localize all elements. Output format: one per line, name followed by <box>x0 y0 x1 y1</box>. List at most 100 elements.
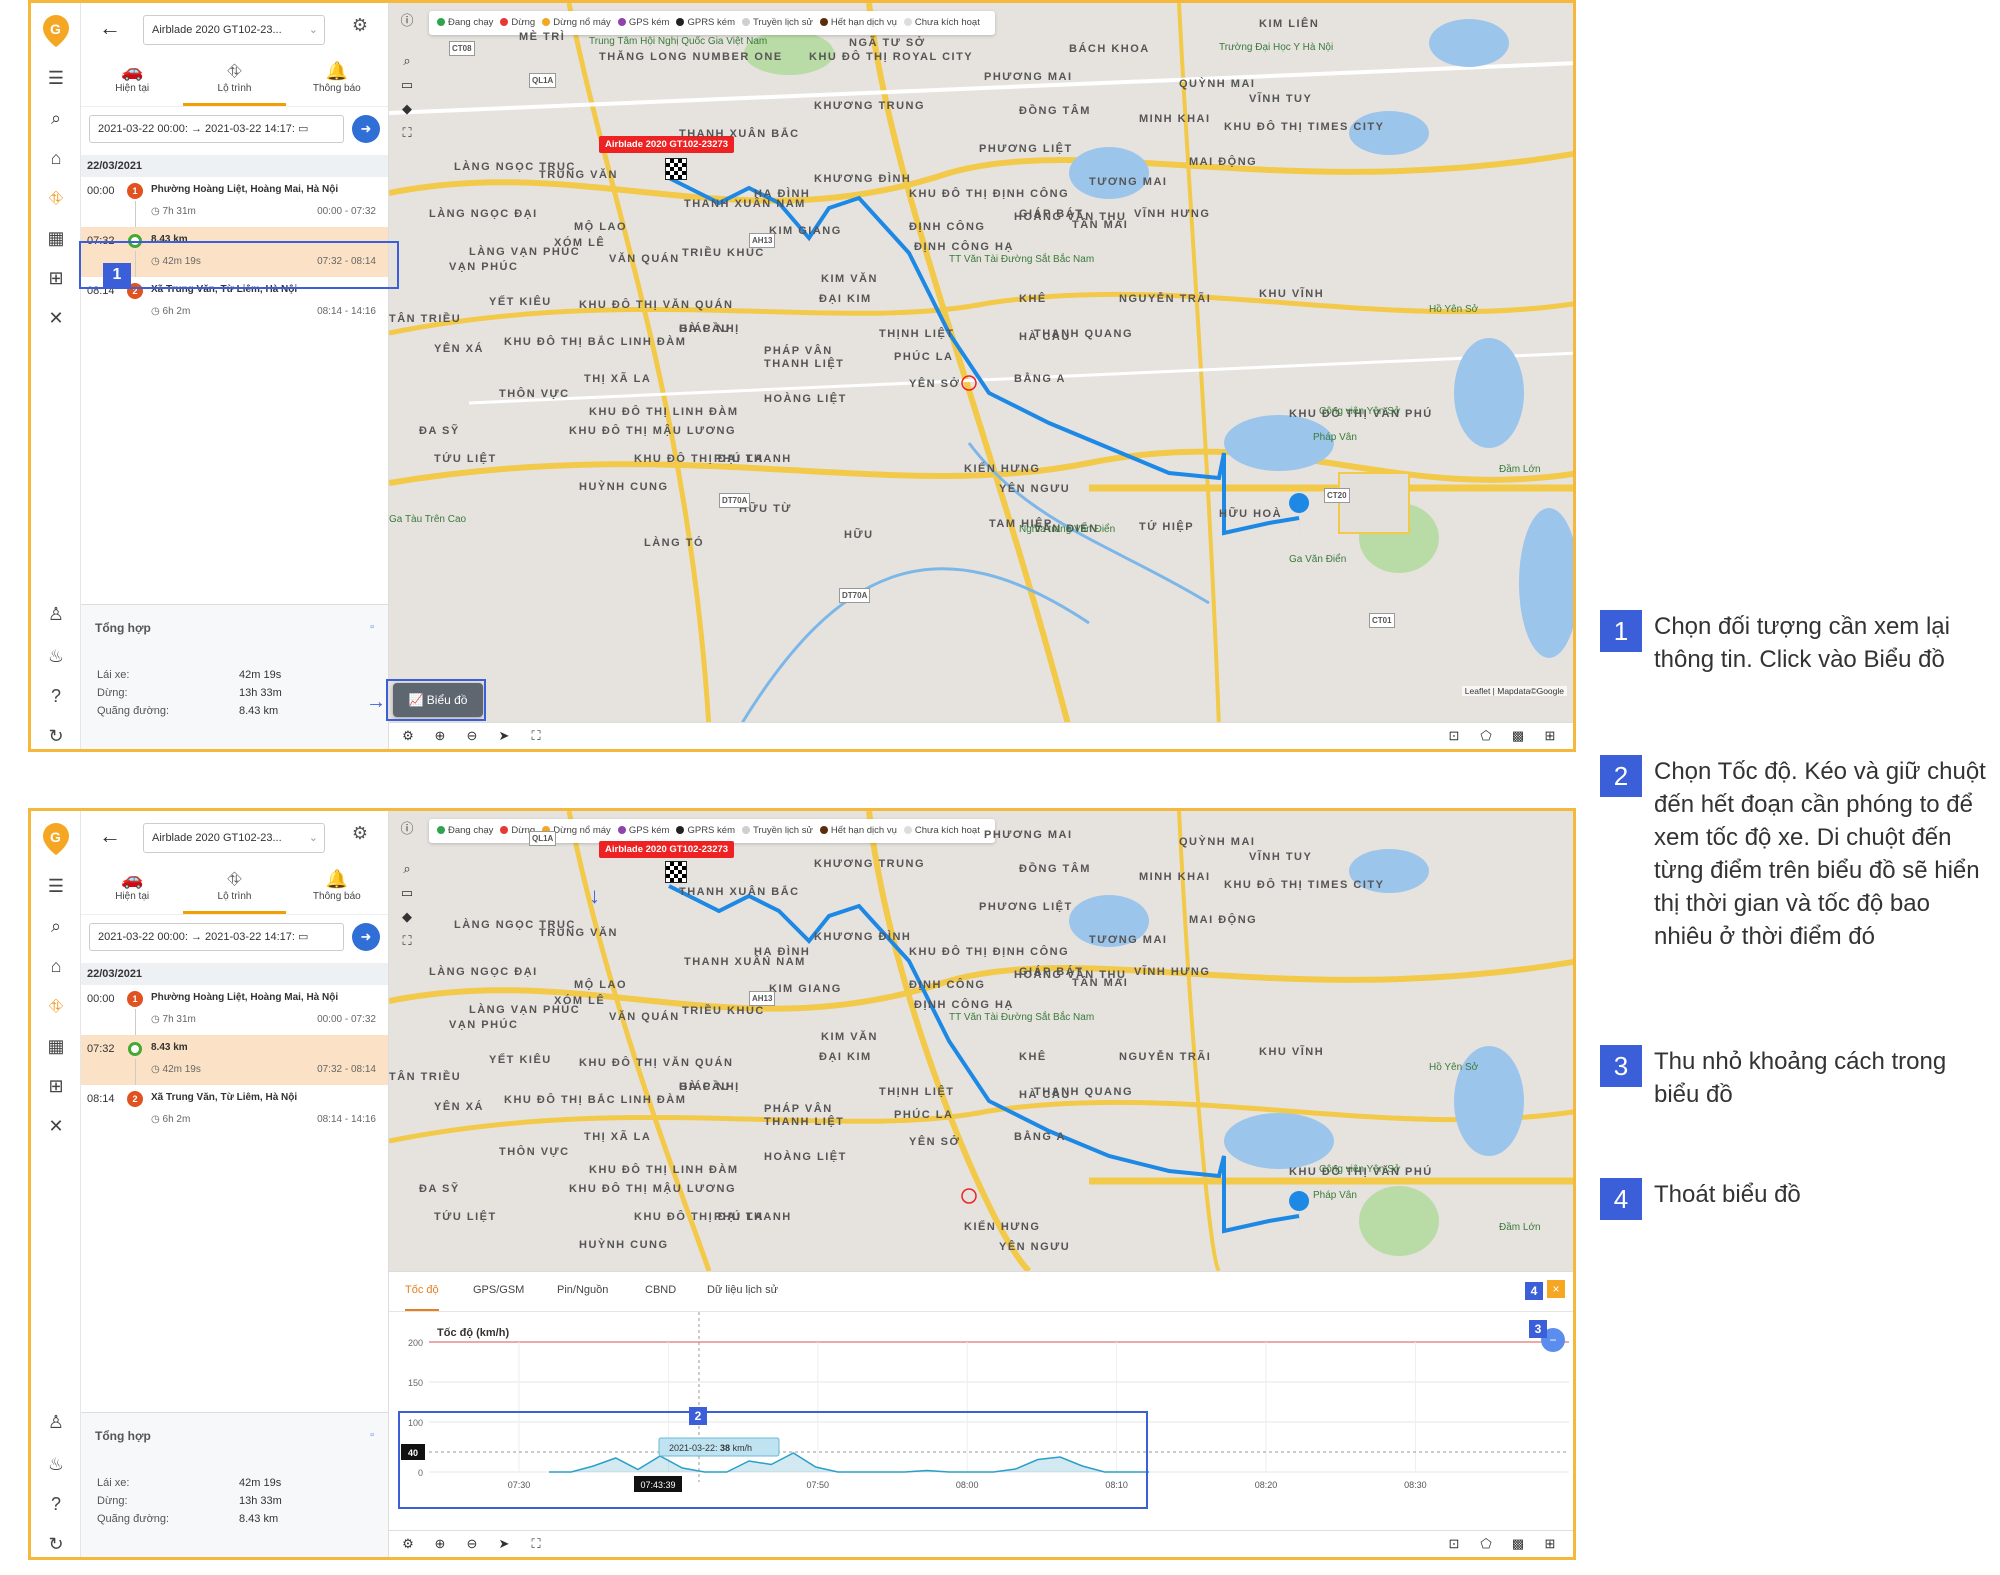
route-icon[interactable]: ⛗ <box>43 185 69 211</box>
direction-icon[interactable]: ◆ <box>397 99 417 119</box>
legend-item: Hết hạn dịch vụ <box>819 11 897 35</box>
home-icon[interactable]: ⌂ <box>43 145 69 171</box>
layers-icon[interactable]: ▩ <box>1509 1535 1527 1553</box>
search-icon[interactable]: ⌕ <box>43 913 69 939</box>
map-place-label: KHU ĐÔ THỊ VĂN QUÁN <box>579 1057 734 1069</box>
chevron-down-icon: ⌄ <box>308 832 318 844</box>
trip-row[interactable]: 00:00 1 Phường Hoàng Liệt, Hoàng Mai, Hà… <box>81 177 388 227</box>
map-place-label: PHÁP VÂN <box>764 1103 833 1115</box>
help-icon[interactable]: ? <box>43 1491 69 1517</box>
polygon-icon[interactable]: ⬠ <box>1477 1535 1495 1553</box>
tab-route[interactable]: ⛗ Lộ trình <box>183 51 286 106</box>
map-place-label: YẾT KIÊU <box>489 1054 552 1066</box>
direction-icon[interactable]: ◆ <box>397 907 417 927</box>
map-place-label: PHƯƠNG LIỆT <box>979 143 1073 155</box>
tab-label: Hiện tại <box>115 83 150 94</box>
vehicle-select[interactable]: Airblade 2020 GT102-23... ⌄ <box>143 15 325 45</box>
tab-notifications[interactable]: 🔔 Thông báo <box>286 51 388 106</box>
fit-bounds-icon[interactable]: ⊡ <box>1445 1535 1463 1553</box>
add-icon[interactable]: ⊞ <box>1541 727 1559 745</box>
measure-icon[interactable]: ▭ <box>397 883 417 903</box>
menu-icon[interactable]: ☰ <box>43 65 69 91</box>
polygon-icon[interactable]: ⬠ <box>1477 727 1495 745</box>
logout-icon[interactable]: ↻ <box>43 723 69 749</box>
home-icon[interactable]: ⌂ <box>43 953 69 979</box>
logout-icon[interactable]: ↻ <box>43 1531 69 1557</box>
chart-tab-gps[interactable]: GPS/GSM <box>473 1284 524 1296</box>
tools-icon[interactable]: ✕ <box>43 305 69 331</box>
map-view[interactable]: Đang chạy Dừng Dừng nổ máy GPS kém GPRS kém T… <box>389 811 1573 1271</box>
tab-route[interactable]: ⛗ Lộ trình <box>183 859 286 914</box>
tab-notifications[interactable]: 🔔 Thông báo <box>286 859 388 914</box>
close-chart-button[interactable]: × <box>1547 1280 1565 1298</box>
back-arrow-icon[interactable]: ← <box>99 823 121 849</box>
expand-icon[interactable]: ⛶ <box>527 1535 545 1553</box>
fullscreen-icon[interactable]: ⛶ <box>397 931 417 951</box>
locate-icon[interactable]: ➤ <box>495 727 513 745</box>
collapse-icon[interactable]: ▫ <box>370 621 374 633</box>
gear-icon[interactable]: ⚙ <box>352 15 368 36</box>
legend-label: Đang chạy <box>448 825 494 836</box>
alarm-icon[interactable]: ♨ <box>43 643 69 669</box>
trip-row[interactable]: 08:14 2 Xã Trung Văn, Từ Liêm, Hà Nội ◷ … <box>81 1085 388 1135</box>
export-button[interactable]: ➜ <box>352 115 380 143</box>
export-button[interactable]: ➜ <box>352 923 380 951</box>
chart-tab-cbnd[interactable]: CBND <box>645 1284 676 1296</box>
measure-icon[interactable]: ▭ <box>397 75 417 95</box>
grid-icon[interactable]: ⊞ <box>43 265 69 291</box>
legend-label: Truyền lịch sử <box>752 825 813 836</box>
pointer-arrow-down-icon: ↓ <box>589 883 600 908</box>
map-place-label: KIM LIÊN <box>1259 18 1320 30</box>
zoom-in-icon[interactable]: ⊕ <box>431 1535 449 1553</box>
date-range-input[interactable]: 2021-03-22 00:00: → 2021-03-22 14:17: ▭ <box>89 115 344 143</box>
route-icon[interactable]: ⛗ <box>43 993 69 1019</box>
legend-item: GPS kém <box>617 819 669 843</box>
chart-icon[interactable]: ▦ <box>43 225 69 251</box>
expand-icon[interactable]: ⛶ <box>527 727 545 745</box>
x-tick-label: 08:10 <box>1105 1480 1128 1490</box>
legend-dot-icon <box>437 18 445 26</box>
tab-current[interactable]: 🚗 Hiện tại <box>81 859 183 914</box>
tools-icon[interactable]: ✕ <box>43 1113 69 1139</box>
menu-icon[interactable]: ☰ <box>43 873 69 899</box>
add-icon[interactable]: ⊞ <box>1541 1535 1559 1553</box>
alarm-icon[interactable]: ♨ <box>43 1451 69 1477</box>
zoom-out-icon[interactable]: ⊖ <box>463 727 481 745</box>
summary-label: Dừng: <box>97 687 128 699</box>
trip-row-selected[interactable]: 07:32 8.43 km ◷ 42m 19s 07:32 - 08:14 <box>81 1035 388 1085</box>
grid-icon[interactable]: ⊞ <box>43 1073 69 1099</box>
user-icon[interactable]: ♙ <box>43 1409 69 1435</box>
fullscreen-icon[interactable]: ⛶ <box>397 123 417 143</box>
zoom-in-icon[interactable]: ⊕ <box>431 727 449 745</box>
trip-distance: 8.43 km <box>151 1042 188 1053</box>
user-icon[interactable]: ♙ <box>43 601 69 627</box>
layers-icon[interactable]: ▩ <box>1509 727 1527 745</box>
zoom-out-icon[interactable]: ⊖ <box>463 1535 481 1553</box>
info-icon[interactable]: ⓘ <box>397 11 417 31</box>
search-map-icon[interactable]: ⌕ <box>397 51 417 71</box>
chart-tab-history[interactable]: Dữ liệu lịch sử <box>707 1284 778 1296</box>
settings-icon[interactable]: ⚙ <box>399 727 417 745</box>
fit-bounds-icon[interactable]: ⊡ <box>1445 727 1463 745</box>
collapse-icon[interactable]: ▫ <box>370 1429 374 1441</box>
help-icon[interactable]: ? <box>43 683 69 709</box>
chart-tab-power[interactable]: Pin/Nguồn <box>557 1284 608 1296</box>
settings-icon[interactable]: ⚙ <box>399 1535 417 1553</box>
search-map-icon[interactable]: ⌕ <box>397 859 417 879</box>
speed-chart[interactable]: Tốc độ (km/h)150200010007:3007:4007:5008… <box>389 1312 1576 1537</box>
locate-icon[interactable]: ➤ <box>495 1535 513 1553</box>
vehicle-select[interactable]: Airblade 2020 GT102-23... ⌄ <box>143 823 325 853</box>
date-range-input[interactable]: 2021-03-22 00:00: → 2021-03-22 14:17: ▭ <box>89 923 344 951</box>
gear-icon[interactable]: ⚙ <box>352 823 368 844</box>
legend-dot-icon <box>741 826 750 834</box>
info-icon[interactable]: ⓘ <box>397 819 417 839</box>
map-view[interactable]: Đang chạy Dừng Dừng nổ máy GPS kém GPRS kém T… <box>389 3 1573 728</box>
back-arrow-icon[interactable]: ← <box>99 15 121 41</box>
legend-label: Hết hạn dịch vụ <box>830 17 897 28</box>
chart-icon[interactable]: ▦ <box>43 1033 69 1059</box>
chart-tab-speed[interactable]: Tốc độ <box>405 1284 439 1311</box>
map-place-label: PHÚ LA <box>714 1211 764 1223</box>
tab-current[interactable]: 🚗 Hiện tại <box>81 51 183 106</box>
trip-row[interactable]: 00:00 1 Phường Hoàng Liệt, Hoàng Mai, Hà… <box>81 985 388 1035</box>
search-icon[interactable]: ⌕ <box>43 105 69 131</box>
